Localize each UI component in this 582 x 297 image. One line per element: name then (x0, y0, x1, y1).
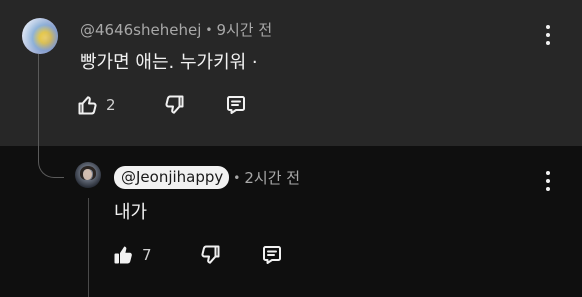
avatar-face (83, 169, 92, 180)
menu-dot (546, 171, 550, 175)
reply-separator: • (233, 170, 241, 185)
reply-text: 내가 (114, 202, 148, 223)
menu-dot (546, 179, 550, 183)
thumbs-down-icon (162, 93, 186, 117)
menu-dot (546, 187, 550, 191)
thumbs-up-icon (76, 93, 100, 117)
comments-view: @4646shehehej • 9시간 전 빵가면 애는. 누가키워 · 2 @… (0, 0, 582, 297)
thumbs-up-filled-icon (112, 243, 136, 267)
dislike-button[interactable] (162, 93, 186, 117)
comment-author-handle[interactable]: @4646shehehej (80, 21, 201, 39)
comment-separator: • (205, 22, 213, 37)
like-button[interactable]: 2 (76, 93, 128, 117)
reply-button[interactable] (260, 243, 284, 267)
reply-time: 2시간 전 (244, 169, 301, 187)
menu-dot (546, 33, 550, 37)
like-count: 2 (106, 96, 116, 114)
reply-meta: @Jeonjihappy • 2시간 전 (114, 166, 300, 189)
reply-comment-icon (224, 93, 248, 117)
thread-line (88, 198, 89, 297)
avatar[interactable] (22, 18, 58, 54)
reply-button[interactable] (224, 93, 248, 117)
thread-line (38, 54, 39, 160)
like-button[interactable]: 7 (112, 243, 164, 267)
menu-dot (546, 25, 550, 29)
like-count: 7 (142, 246, 152, 264)
more-vert-icon[interactable] (544, 25, 552, 45)
avatar[interactable] (75, 162, 101, 188)
comment-actions: 2 (76, 93, 248, 117)
comment-text: 빵가면 애는. 누가키워 · (80, 52, 258, 73)
thumbs-down-icon (198, 243, 222, 267)
reply-comment-icon (260, 243, 284, 267)
reply-author-handle[interactable]: @Jeonjihappy (114, 166, 230, 189)
comment-card: @4646shehehej • 9시간 전 빵가면 애는. 누가키워 · 2 (0, 0, 582, 146)
comment-meta: @4646shehehej • 9시간 전 (80, 19, 272, 40)
menu-dot (546, 41, 550, 45)
dislike-button[interactable] (198, 243, 222, 267)
more-vert-icon[interactable] (544, 171, 552, 191)
reply-actions: 7 (112, 243, 284, 267)
comment-time: 9시간 전 (216, 21, 273, 39)
